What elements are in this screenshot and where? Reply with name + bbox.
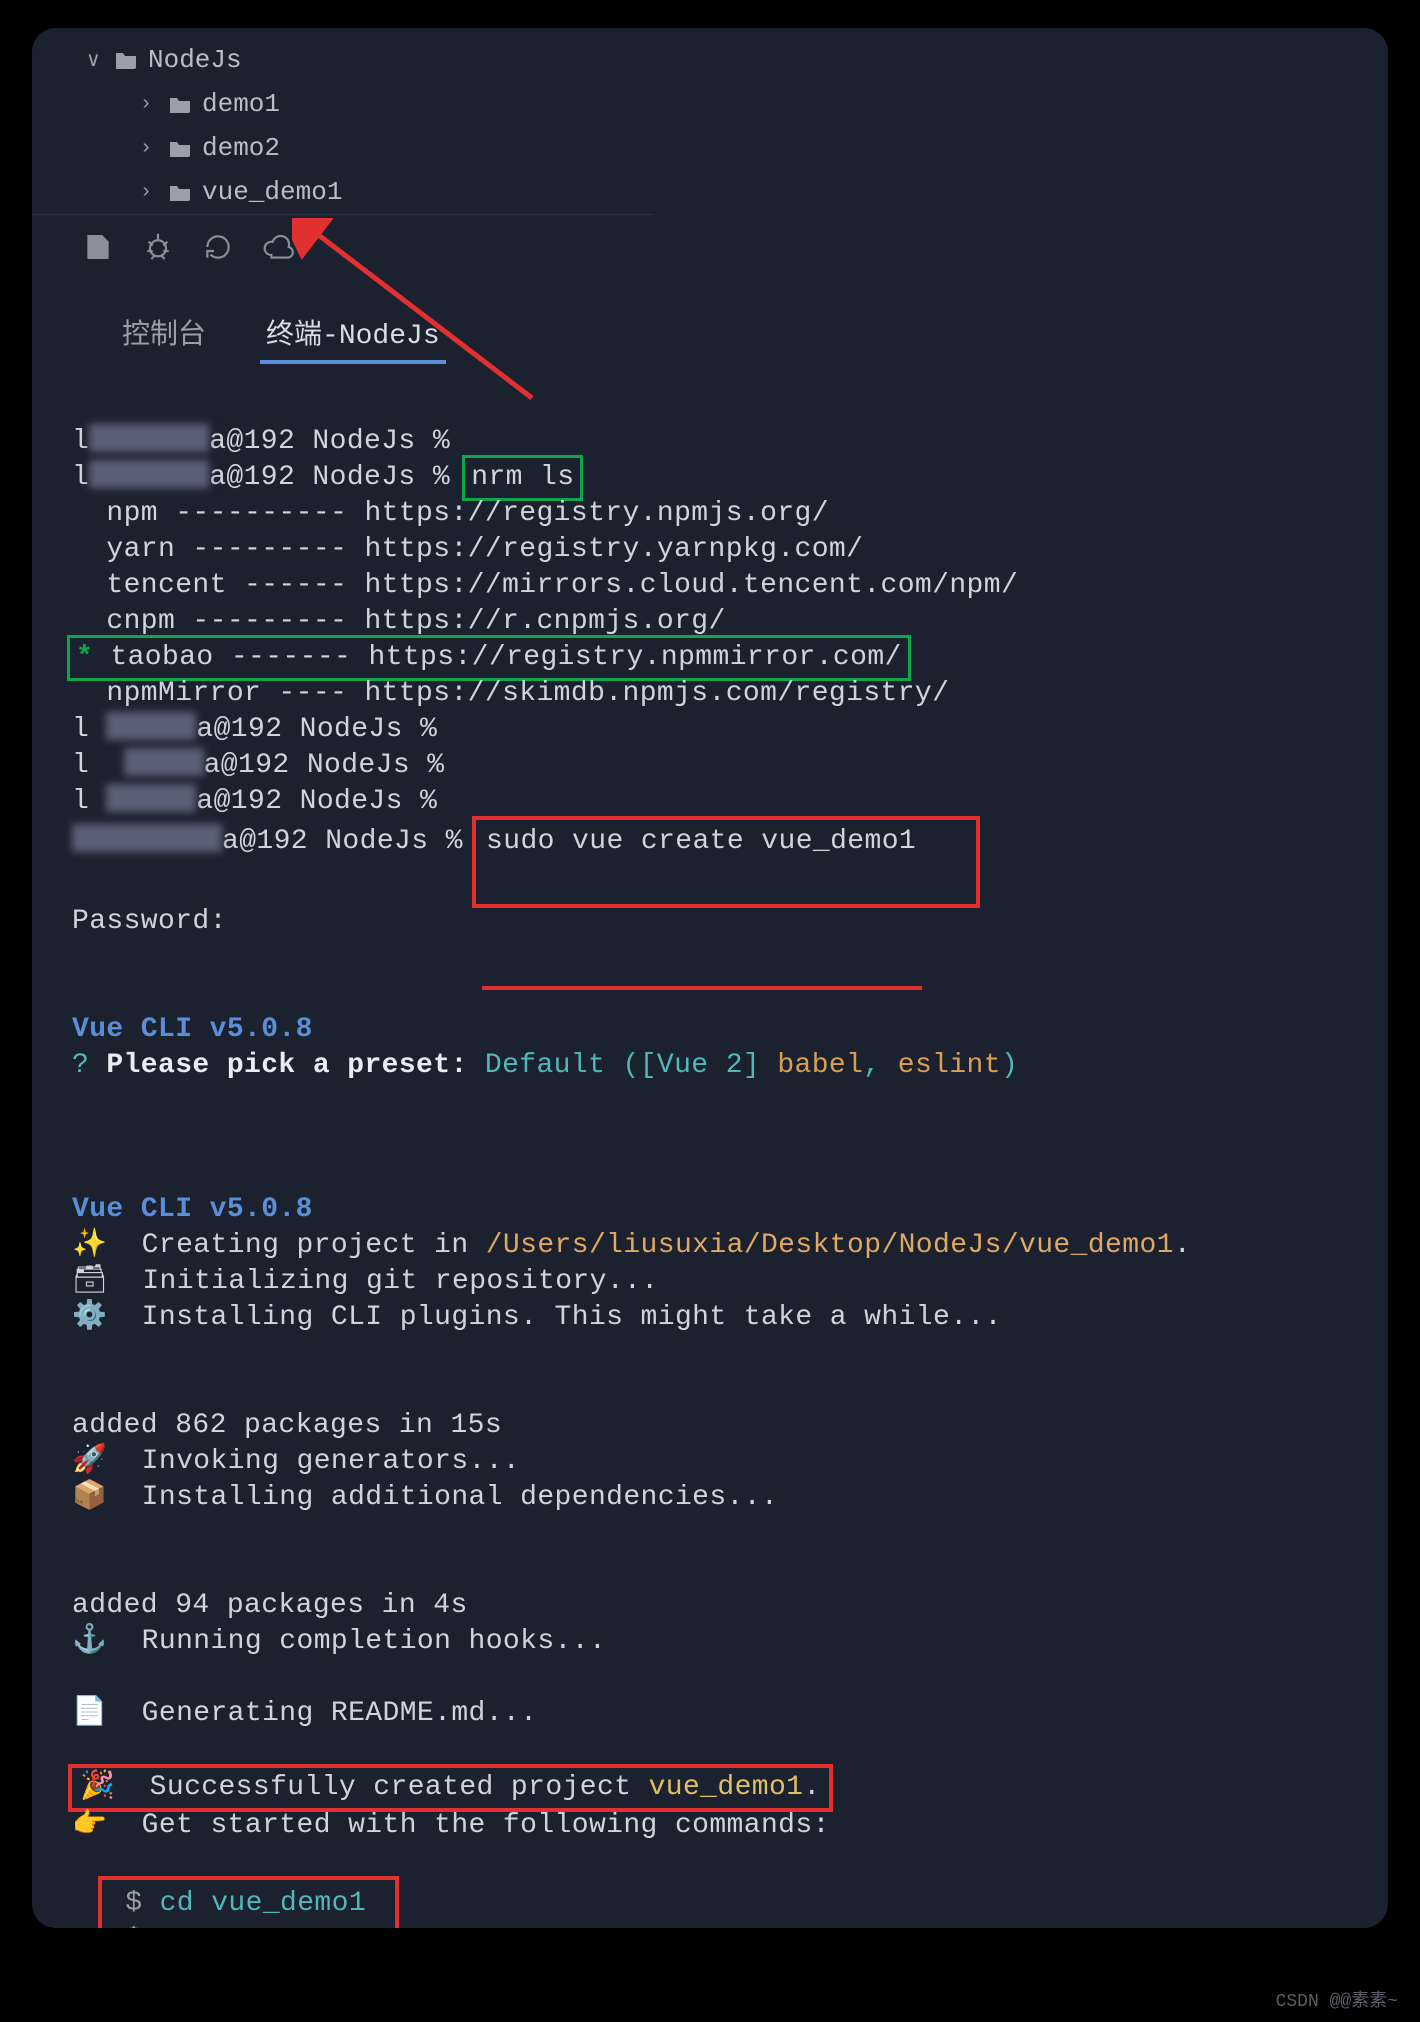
explorer-toolbar — [32, 214, 654, 278]
star-icon: * — [76, 642, 110, 673]
terminal-line: la@192 NodeJs % nrm ls — [72, 462, 578, 493]
registry-cnpm: cnpm --------- https://r.cnpmjs.org/ — [106, 606, 725, 637]
creating-prefix: ✨ Creating project in — [72, 1230, 486, 1261]
cmd-sudo: sudo vue create vue_demo1 — [486, 826, 916, 857]
tree-root-label: NodeJs — [148, 45, 242, 75]
blurred-user — [89, 424, 209, 452]
prompt: a@192 NodeJs % — [196, 786, 454, 817]
file-explorer: ∨ NodeJs › demo1 › demo2 › vue_demo1 — [32, 28, 654, 214]
preset-default: Default — [485, 1050, 623, 1081]
terminal-line: 🚀 Invoking generators... — [72, 1446, 520, 1477]
tree-item-demo1[interactable]: › demo1 — [32, 82, 654, 126]
terminal-line: 🎉 Successfully created project vue_demo1… — [72, 1772, 829, 1803]
cmd-cd: cd vue_demo1 — [160, 1888, 366, 1919]
folder-icon — [168, 182, 192, 202]
tree-item-vue-demo1[interactable]: › vue_demo1 — [32, 170, 654, 214]
prompt: a@192 NodeJs % — [204, 750, 462, 781]
terminal-line: 📄 Generating README.md... — [72, 1698, 537, 1729]
ide-window: ∨ NodeJs › demo1 › demo2 › vue_demo1 控制台… — [32, 28, 1388, 1928]
registry-tencent: tencent ------ https://mirrors.cloud.ten… — [106, 570, 1018, 601]
blurred-user — [89, 460, 209, 488]
tree-root-nodejs[interactable]: ∨ NodeJs — [32, 38, 654, 82]
cloud-icon[interactable] — [262, 231, 294, 263]
cli-version: Vue CLI v5.0.8 — [72, 1014, 313, 1045]
tree-item-label: demo1 — [202, 89, 280, 119]
cmd-serve: npm run serve — [160, 1924, 384, 1928]
terminal-line: npmMirror ---- https://skimdb.npmjs.com/… — [72, 678, 949, 709]
blurred-user — [106, 784, 196, 812]
terminal-output[interactable]: la@192 NodeJs % la@192 NodeJs % nrm ls n… — [32, 362, 1388, 1928]
chevron-right-icon: › — [140, 181, 158, 204]
prompt: a@192 NodeJs % — [209, 462, 467, 493]
terminal-line: 👉 Get started with the following command… — [72, 1810, 830, 1841]
terminal-line: la@192 NodeJs % — [72, 426, 467, 457]
terminal-line: yarn --------- https://registry.yarnpkg.… — [72, 534, 863, 565]
blurred-user — [124, 748, 204, 776]
tree-item-label: demo2 — [202, 133, 280, 163]
preset-eslint: eslint — [898, 1050, 1001, 1081]
prompt: a@192 NodeJs % — [222, 826, 480, 857]
annotation-underline — [482, 986, 922, 990]
preset-vue2: ([Vue 2] — [623, 1050, 778, 1081]
tree-item-demo2[interactable]: › demo2 — [32, 126, 654, 170]
terminal-line: added 862 packages in 15s — [72, 1410, 502, 1441]
preset-q: ? — [72, 1050, 89, 1081]
terminal-line: ✨ Creating project in /Users/liusuxia/De… — [72, 1230, 1191, 1261]
creating-path: /Users/liusuxia/Desktop/NodeJs/vue_demo1 — [486, 1230, 1174, 1261]
highlight-taobao-row: * taobao ------- https://registry.npmmir… — [72, 640, 906, 676]
panel-tabs: 控制台 终端-NodeJs — [32, 278, 1388, 362]
refresh-icon[interactable] — [202, 231, 234, 263]
tab-console[interactable]: 控制台 — [122, 312, 206, 362]
terminal-line: added 94 packages in 4s — [72, 1590, 468, 1621]
terminal-line: cnpm --------- https://r.cnpmjs.org/ — [72, 606, 726, 637]
folder-icon — [168, 94, 192, 114]
preset-babel: babel — [777, 1050, 863, 1081]
terminal-line: ? Please pick a preset: Default ([Vue 2]… — [72, 1050, 1018, 1081]
highlight-nrm-ls: nrm ls — [467, 460, 578, 496]
registry-npmmirror: npmMirror ---- https://skimdb.npmjs.com/… — [106, 678, 949, 709]
terminal-line: ⚙️ Installing CLI plugins. This might ta… — [72, 1302, 1002, 1333]
folder-icon — [168, 138, 192, 158]
chevron-down-icon: ∨ — [86, 47, 104, 73]
preset-label: Please pick a preset: — [106, 1050, 467, 1081]
watermark: CSDN @@素素~ — [1276, 1986, 1398, 2012]
tree-item-label: vue_demo1 — [202, 177, 342, 207]
highlight-commands: $ cd vue_demo1 $ npm run serve — [102, 1880, 395, 1928]
chevron-right-icon: › — [140, 93, 158, 116]
tab-console-label: 控制台 — [122, 321, 206, 352]
success-prefix: 🎉 Successfully created project — [80, 1772, 649, 1803]
terminal-line: ⚓ Running completion hooks... — [72, 1626, 606, 1657]
terminal-line: a@192 NodeJs % sudo vue create vue_demo1 — [72, 826, 976, 857]
chevron-right-icon: › — [140, 137, 158, 160]
terminal-line: l a@192 NodeJs % — [72, 714, 454, 745]
registry-yarn: yarn --------- https://registry.yarnpkg.… — [106, 534, 863, 565]
terminal-line: 🗃 Initializing git repository... — [72, 1266, 658, 1297]
terminal-line: 📦 Installing additional dependencies... — [72, 1482, 778, 1513]
prompt: a@192 NodeJs % — [196, 714, 454, 745]
prompt: a@192 NodeJs % — [209, 426, 467, 457]
bug-icon[interactable] — [142, 231, 174, 263]
registry-npm: npm ---------- https://registry.npmjs.or… — [106, 498, 829, 529]
highlight-success: 🎉 Successfully created project vue_demo1… — [72, 1768, 829, 1808]
terminal-line: Password: — [72, 906, 227, 937]
blurred-user — [106, 712, 196, 740]
preset-close: ) — [1001, 1050, 1018, 1081]
terminal-line: tencent ------ https://mirrors.cloud.ten… — [72, 570, 1018, 601]
tab-terminal-label: 终端-NodeJs — [266, 321, 440, 352]
terminal-line: npm ---------- https://registry.npmjs.or… — [72, 498, 829, 529]
blurred-user — [72, 824, 222, 852]
dollar-icon: $ — [125, 1888, 142, 1919]
cli-version-2: Vue CLI v5.0.8 — [72, 1194, 313, 1225]
tab-terminal[interactable]: 终端-NodeJs — [266, 312, 440, 362]
folder-open-icon — [114, 50, 138, 70]
highlight-sudo-cmd: sudo vue create vue_demo1 — [476, 820, 976, 904]
dollar-icon: $ — [125, 1924, 142, 1928]
registry-taobao: taobao ------- https://registry.npmmirro… — [110, 642, 901, 673]
terminal-line: l a@192 NodeJs % — [72, 750, 462, 781]
terminal-line: l a@192 NodeJs % — [72, 786, 454, 817]
success-project: vue_demo1 — [649, 1772, 804, 1803]
file-icon[interactable] — [82, 231, 114, 263]
